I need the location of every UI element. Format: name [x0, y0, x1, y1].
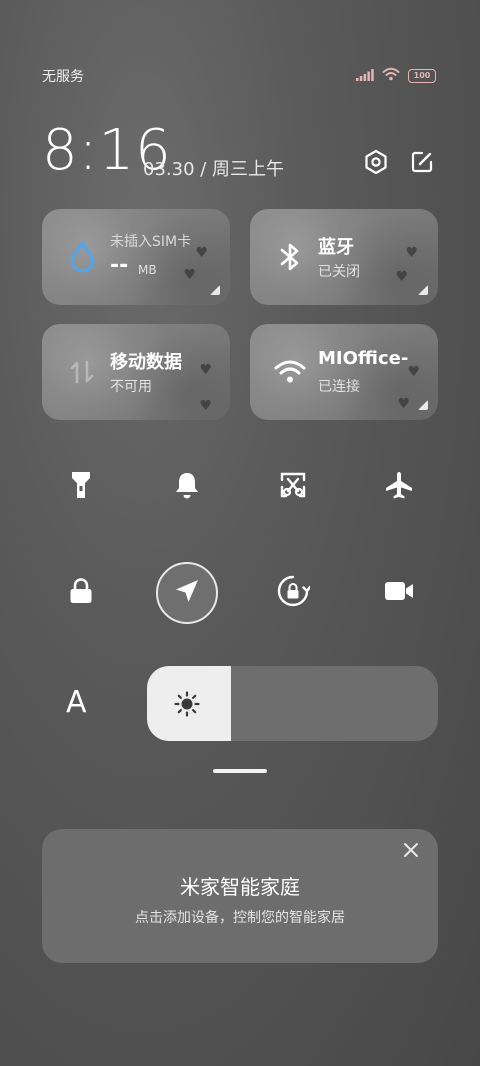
tile-mobile-data[interactable]: ♥ ♥ 移动数据 不可用: [42, 324, 230, 420]
close-icon: [403, 842, 419, 862]
wifi-icon: [272, 354, 308, 390]
bluetooth-icon: [272, 239, 308, 275]
close-button[interactable]: [400, 841, 422, 863]
smart-home-card[interactable]: 米家智能家庭 点击添加设备，控制您的智能家居: [42, 829, 438, 963]
battery-icon: 100: [408, 68, 436, 83]
location-toggle[interactable]: [156, 562, 218, 624]
tile-sim-value: --: [110, 253, 129, 278]
tile-sim-title: 未插入SIM卡: [110, 234, 192, 250]
flashlight-toggle[interactable]: [50, 456, 112, 518]
tile-bluetooth[interactable]: ♥ ♥ 蓝牙 已关闭: [250, 209, 438, 305]
signal-icon: [356, 66, 374, 85]
tile-sim-unit: MB: [138, 263, 157, 277]
sound-toggle[interactable]: [156, 456, 218, 518]
tile-corner-indicator: [418, 400, 428, 410]
edit-button[interactable]: [406, 148, 438, 180]
rotation-lock-icon: [276, 574, 312, 612]
clock-date: 03.30 / 周三上午: [143, 159, 285, 180]
data-arrows-icon: [64, 354, 100, 390]
sun-icon: [173, 690, 201, 722]
tile-bluetooth-status: 已关闭: [318, 264, 360, 280]
lock-icon: [69, 578, 93, 608]
screen-record-toggle[interactable]: [368, 562, 430, 624]
location-icon: [173, 577, 201, 609]
wifi-icon: [382, 66, 400, 85]
screenshot-toggle[interactable]: [262, 456, 324, 518]
brightness-slider[interactable]: [147, 666, 438, 741]
airplane-toggle[interactable]: [368, 456, 430, 518]
water-drop-icon: [64, 239, 100, 275]
drag-handle[interactable]: [213, 769, 267, 773]
tile-wifi[interactable]: ♥ ♥ MIOffice- 已连接: [250, 324, 438, 420]
smart-home-title: 米家智能家庭: [180, 875, 300, 899]
tile-wifi-status: 已连接: [318, 379, 360, 395]
airplane-icon: [384, 470, 414, 504]
settings-button[interactable]: [360, 148, 392, 180]
tile-corner-indicator: [210, 285, 220, 295]
tile-corner-indicator: [418, 285, 428, 295]
tile-wifi-title: MIOffice-: [318, 348, 409, 369]
video-camera-icon: [384, 580, 414, 606]
tile-sim[interactable]: ♥ ♥ 未插入SIM卡 -- MB: [42, 209, 230, 305]
flashlight-icon: [70, 470, 92, 504]
bell-icon: [174, 471, 200, 503]
tile-mobile-data-title: 移动数据: [110, 352, 182, 373]
carrier-label: 无服务: [42, 69, 84, 85]
status-icons: 100: [356, 66, 436, 85]
tile-mobile-data-status: 不可用: [110, 379, 152, 395]
screenshot-icon: [279, 471, 307, 503]
edit-icon: [410, 150, 434, 178]
lock-screen-toggle[interactable]: [50, 562, 112, 624]
settings-icon: [363, 149, 389, 179]
rotation-lock-toggle[interactable]: [262, 562, 324, 624]
auto-brightness-button[interactable]: A: [66, 685, 87, 720]
smart-home-description: 点击添加设备，控制您的智能家居: [135, 910, 345, 926]
tile-bluetooth-title: 蓝牙: [318, 237, 354, 258]
